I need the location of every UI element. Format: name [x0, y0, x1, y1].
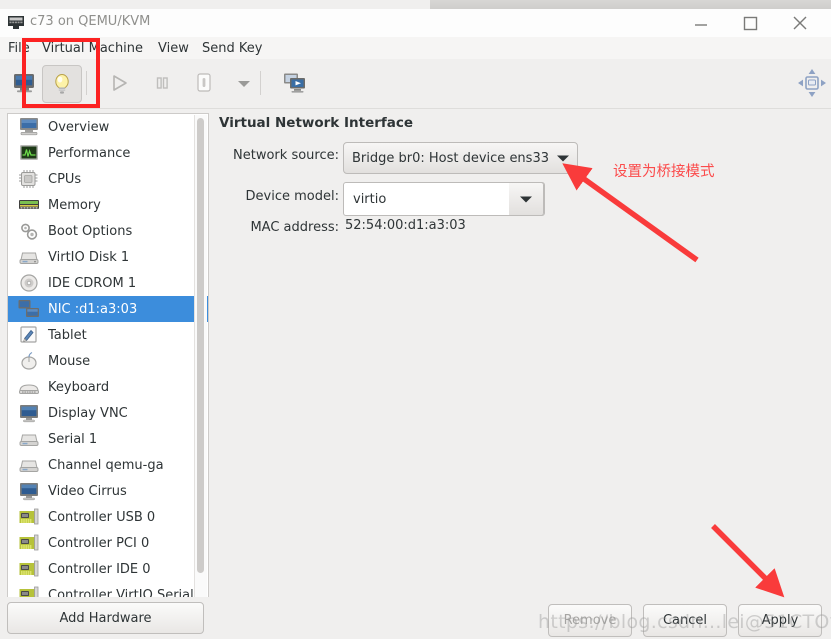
controller-icon	[18, 533, 40, 553]
sidebar-item-video-cirrus[interactable]: Video Cirrus	[8, 478, 191, 504]
sidebar-item-overview[interactable]: Overview	[8, 114, 191, 140]
network-source-combobox[interactable]: Bridge br0: Host device ens33	[343, 142, 578, 174]
sidebar-item-keyboard[interactable]: Keyboard	[8, 374, 191, 400]
network-source-label: Network source:	[233, 148, 339, 163]
sidebar-item-mouse[interactable]: Mouse	[8, 348, 191, 374]
controller-icon	[18, 507, 40, 527]
window-title: c73 on QEMU/KVM	[30, 14, 151, 29]
mac-address-label: MAC address:	[250, 220, 339, 235]
hardware-sidebar[interactable]: Overview Performance CPUs Memory Boot Op…	[7, 113, 209, 602]
sidebar-item-controller-usb-0[interactable]: Controller USB 0	[8, 504, 191, 530]
sidebar-item-label: Controller IDE 0	[48, 561, 151, 577]
sidebar-item-display-vnc[interactable]: Display VNC	[8, 400, 191, 426]
sidebar-item-virtio-disk-1[interactable]: VirtIO Disk 1	[8, 244, 191, 270]
sidebar-item-boot-options[interactable]: Boot Options	[8, 218, 191, 244]
chevron-down-icon	[557, 151, 569, 166]
display-icon	[18, 403, 40, 423]
vm-icon	[8, 16, 24, 29]
keyboard-icon	[18, 377, 40, 397]
sidebar-item-controller-pci-0[interactable]: Controller PCI 0	[8, 530, 191, 556]
memory-icon	[18, 195, 40, 215]
menu-file[interactable]: File	[4, 39, 34, 58]
chevron-down-icon	[520, 192, 532, 207]
maximize-icon[interactable]	[739, 13, 761, 33]
harddisk-icon	[18, 247, 40, 267]
scrollbar-thumb[interactable]	[197, 118, 204, 573]
close-icon[interactable]	[789, 13, 811, 33]
sidebar-item-label: CPUs	[48, 171, 82, 187]
annotation-note: 设置为桥接模式	[613, 164, 715, 180]
fullscreen-resize-icon[interactable]	[793, 65, 831, 101]
sidebar-item-performance[interactable]: Performance	[8, 140, 191, 166]
mouse-icon	[18, 351, 40, 371]
sidebar-item-channel-qemu-ga[interactable]: Channel qemu-ga	[8, 452, 191, 478]
serial-icon	[18, 429, 40, 449]
show-details-icon[interactable]	[42, 65, 82, 103]
device-model-value: virtio	[353, 191, 387, 207]
sidebar-item-label: Serial 1	[48, 431, 98, 447]
sidebar-item-label: Video Cirrus	[48, 483, 127, 499]
minimize-icon[interactable]	[690, 13, 712, 33]
sidebar-item-tablet[interactable]: Tablet	[8, 322, 191, 348]
shutdown-dropdown-icon[interactable]	[225, 65, 263, 101]
hardware-list: Overview Performance CPUs Memory Boot Op…	[8, 114, 208, 601]
virtual-network-interface-panel: Virtual Network Interface Network source…	[215, 110, 831, 597]
cpu-icon	[18, 169, 40, 189]
pause-icon[interactable]	[143, 65, 181, 101]
mac-address-value: 52:54:00:d1:a3:03	[345, 218, 466, 233]
device-model-dropdown-button[interactable]	[509, 182, 544, 216]
sidebar-item-memory[interactable]: Memory	[8, 192, 191, 218]
cdrom-icon	[18, 273, 40, 293]
menu-virtual-machine[interactable]: Virtual Machine	[38, 39, 147, 58]
sidebar-item-nic[interactable]: NIC :d1:a3:03	[8, 296, 208, 322]
sidebar-item-label: VirtIO Disk 1	[48, 249, 130, 265]
vertical-scrollbar[interactable]	[194, 115, 207, 600]
sidebar-item-label: Keyboard	[48, 379, 110, 395]
show-console-icon[interactable]	[6, 65, 44, 101]
shutdown-icon[interactable]	[185, 65, 223, 101]
menu-send-key[interactable]: Send Key	[198, 39, 266, 58]
snapshots-icon[interactable]	[277, 65, 315, 101]
sidebar-item-label: Memory	[48, 197, 101, 213]
network-icon	[18, 299, 40, 319]
sidebar-item-label: Controller PCI 0	[48, 535, 150, 551]
title-bar: c73 on QEMU/KVM	[0, 9, 831, 38]
add-hardware-button[interactable]: Add Hardware	[7, 602, 204, 634]
apply-button[interactable]: Apply	[738, 604, 822, 637]
sidebar-item-controller-ide-0[interactable]: Controller IDE 0	[8, 556, 191, 582]
sidebar-item-label: Tablet	[48, 327, 87, 343]
video-icon	[18, 481, 40, 501]
sidebar-item-label: Controller USB 0	[48, 509, 156, 525]
sidebar-item-label: Overview	[48, 119, 110, 135]
sidebar-item-label: IDE CDROM 1	[48, 275, 137, 291]
sidebar-item-label: Mouse	[48, 353, 91, 369]
page-title: Virtual Network Interface	[219, 115, 414, 131]
run-icon[interactable]	[100, 65, 138, 101]
toolbar-separator	[86, 71, 87, 95]
virt-manager-window: c73 on QEMU/KVM File Virtual Machine Vie…	[0, 0, 831, 639]
sidebar-item-label: NIC :d1:a3:03	[48, 301, 138, 317]
menu-view[interactable]: View	[154, 39, 193, 58]
cancel-button[interactable]: Cancel	[643, 604, 727, 637]
gears-icon	[18, 221, 40, 241]
device-model-label: Device model:	[245, 189, 339, 204]
remove-button[interactable]: Remove	[548, 604, 632, 637]
controller-icon	[18, 559, 40, 579]
network-source-value: Bridge br0: Host device ens33	[351, 150, 549, 166]
sidebar-item-label: Channel qemu-ga	[48, 457, 164, 473]
sidebar-item-label: Boot Options	[48, 223, 133, 239]
menu-bar: File Virtual Machine View Send Key	[0, 37, 831, 59]
toolbar	[0, 59, 831, 109]
sidebar-item-cpus[interactable]: CPUs	[8, 166, 191, 192]
channel-icon	[18, 455, 40, 475]
sidebar-item-ide-cdrom-1[interactable]: IDE CDROM 1	[8, 270, 191, 296]
sidebar-item-serial-1[interactable]: Serial 1	[8, 426, 191, 452]
sidebar-item-label: Performance	[48, 145, 131, 161]
sidebar-item-label: Display VNC	[48, 405, 128, 421]
computer-icon	[18, 117, 40, 137]
graph-icon	[18, 143, 40, 163]
tablet-icon	[18, 325, 40, 345]
